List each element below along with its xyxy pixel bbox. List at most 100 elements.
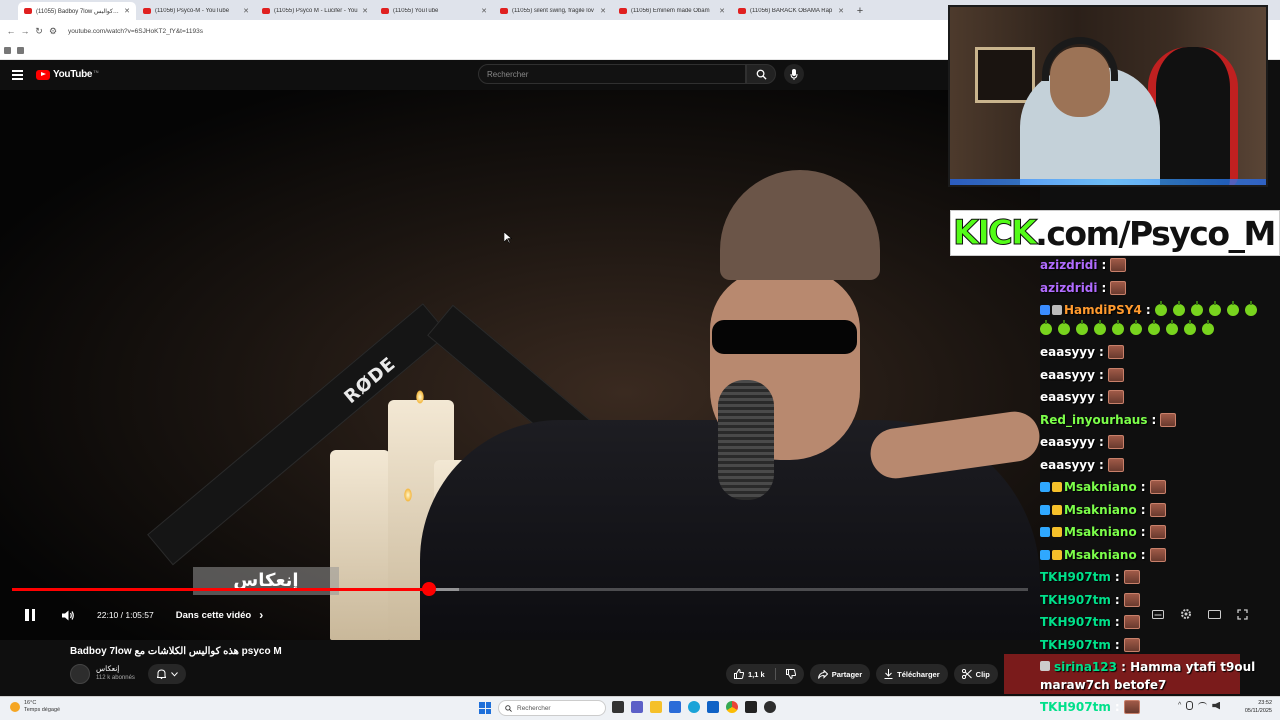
browser-tab[interactable]: (11056) Eminem made Obam ✕	[613, 2, 731, 20]
close-tab-icon[interactable]: ✕	[362, 7, 368, 15]
youtube-logo[interactable]: YouTube TN	[36, 69, 99, 80]
close-tab-icon[interactable]: ✕	[719, 7, 725, 15]
reload-icon[interactable]: ↻	[32, 26, 46, 37]
app-icon[interactable]	[764, 701, 776, 713]
browser-tab[interactable]: (11055) YouTube ✕	[375, 2, 493, 20]
close-tab-icon[interactable]: ✕	[243, 7, 249, 15]
green-apple-emoji-icon	[1058, 319, 1070, 335]
like-button[interactable]: 1,1 k	[726, 664, 804, 684]
chat-emote-icon	[1123, 700, 1140, 714]
new-tab-button[interactable]: +	[851, 2, 869, 20]
green-apple-emoji-icon	[1148, 319, 1160, 335]
chat-separator: :	[1098, 367, 1104, 382]
kick-url-text: .com/Psyco_M	[1035, 213, 1276, 253]
chat-message: HamdiPSY4:	[1040, 301, 1263, 317]
chat-emote-icon	[1107, 390, 1124, 404]
bell-icon	[156, 669, 166, 679]
chat-separator: :	[1140, 547, 1146, 562]
share-button[interactable]: Partager	[809, 664, 871, 684]
tab-title: (11056) Psyco-M - YouTube	[155, 8, 230, 14]
microphone-icon[interactable]	[1186, 701, 1194, 710]
crown-badge-icon	[1052, 549, 1062, 560]
volume-icon[interactable]	[62, 610, 75, 621]
weather-widget[interactable]: 16°C Temps dégagé	[10, 700, 60, 714]
chevron-up-icon[interactable]: ^	[1178, 702, 1181, 709]
close-tab-icon[interactable]: ✕	[481, 7, 487, 15]
bookmark-icon[interactable]	[4, 47, 11, 54]
chat-message: eaasyyy:	[1040, 390, 1124, 404]
chat-separator: :	[1101, 258, 1107, 272]
chat-message: eaasyyy:	[1040, 345, 1124, 359]
channel-name[interactable]: إنعكاس	[96, 664, 119, 673]
taskbar-search[interactable]: Rechercher	[498, 700, 606, 716]
diamond-badge-icon	[1040, 504, 1050, 515]
apps-icon[interactable]	[17, 47, 24, 54]
close-tab-icon[interactable]: ✕	[838, 7, 844, 15]
chat-username: HamdiPSY4	[1064, 303, 1142, 317]
weather-desc: Temps dégagé	[24, 707, 61, 713]
search-button[interactable]	[746, 64, 776, 84]
thumbs-down-icon[interactable]	[785, 669, 796, 679]
back-icon[interactable]: ←	[4, 26, 18, 36]
close-tab-icon[interactable]: ✕	[600, 7, 606, 15]
taskbar-clock[interactable]: 23:52 05/11/2025	[1232, 699, 1272, 715]
store-icon[interactable]	[669, 701, 681, 713]
browser-tab[interactable]: (11056) BARACK OBAMA Rap ✕	[732, 2, 850, 20]
chat-message: TKH907tm:	[1040, 570, 1140, 584]
video-player[interactable]: RØDE RØDE إنعكاس	[0, 90, 1040, 640]
tab-title: (11055) Psyco M - Lucifer - You	[274, 8, 358, 14]
chat-username: TKH907tm	[1040, 592, 1111, 607]
chat-username: eaasyyy	[1040, 457, 1095, 472]
browser-tab[interactable]: (11055) silent swing, fragile lov ✕	[494, 2, 612, 20]
close-tab-icon[interactable]: ✕	[124, 7, 130, 15]
edge-icon[interactable]	[688, 701, 700, 713]
youtube-favicon-icon	[143, 8, 151, 14]
browser-tab[interactable]: (11056) Psyco-M - YouTube ✕	[137, 2, 255, 20]
thumbs-up-icon	[734, 669, 744, 679]
chapter-arrow-icon[interactable]: ›	[259, 608, 263, 622]
scrubber-handle[interactable]	[421, 582, 436, 596]
diamond-badge-icon	[1040, 549, 1050, 560]
youtube-favicon-icon	[381, 8, 389, 14]
search-input[interactable]: Rechercher	[478, 64, 746, 84]
chrome-icon[interactable]	[726, 701, 738, 713]
chat-username: azizdridi	[1040, 258, 1098, 272]
diamond-badge-icon	[1040, 527, 1050, 537]
browser-tab[interactable]: (11055) Psyco M - Lucifer - You ✕	[256, 2, 374, 20]
chapter-label[interactable]: Dans cette vidéo	[176, 610, 252, 621]
forward-icon[interactable]: →	[18, 26, 32, 36]
wifi-icon[interactable]	[1198, 702, 1208, 709]
progress-bar[interactable]	[12, 588, 1028, 591]
video-actions: 1,1 k Partager Télécharger Clip ···	[726, 664, 1024, 684]
chat-message: eaasyyy:	[1040, 457, 1124, 472]
clip-button[interactable]: Clip	[953, 664, 998, 684]
outlook-icon[interactable]	[707, 701, 719, 713]
chat-username: TKH907tm	[1040, 615, 1111, 629]
chat-emote-icon	[1149, 502, 1166, 517]
chat-separator: :	[1140, 502, 1146, 517]
kick-logo: KICK	[952, 213, 1037, 254]
voice-search-button[interactable]	[784, 64, 804, 84]
download-button[interactable]: Télécharger	[876, 664, 948, 684]
time-display: 22:10 / 1:05:57	[97, 610, 154, 620]
task-view-icon[interactable]	[612, 701, 624, 713]
green-apple-emoji-icon	[1172, 301, 1185, 316]
browser-tab[interactable]: (11055) Badboy 7low هذه كواليس ✕	[18, 2, 136, 20]
tab-title: (11056) Eminem made Obam	[631, 8, 710, 14]
windows-start-icon[interactable]	[479, 702, 491, 714]
search-icon	[756, 69, 767, 80]
chat-message: Msakniano:	[1040, 480, 1166, 494]
menu-icon[interactable]	[12, 70, 23, 82]
speaker-icon[interactable]	[1212, 701, 1221, 710]
teams-icon[interactable]	[631, 701, 643, 713]
chat-username: TKH907tm	[1040, 700, 1111, 714]
site-info-icon[interactable]: ⚙	[46, 26, 60, 37]
obs-icon[interactable]	[745, 701, 757, 713]
pause-button[interactable]	[20, 605, 40, 625]
notification-bell-button[interactable]	[148, 664, 186, 684]
url-field[interactable]: youtube.com/watch?v=6SJHoKT2_fY&t=1193s	[68, 28, 203, 35]
chat-emote-icon	[1149, 525, 1166, 539]
file-explorer-icon[interactable]	[650, 701, 662, 713]
channel-avatar[interactable]	[70, 664, 90, 684]
candle-flame	[404, 488, 412, 502]
